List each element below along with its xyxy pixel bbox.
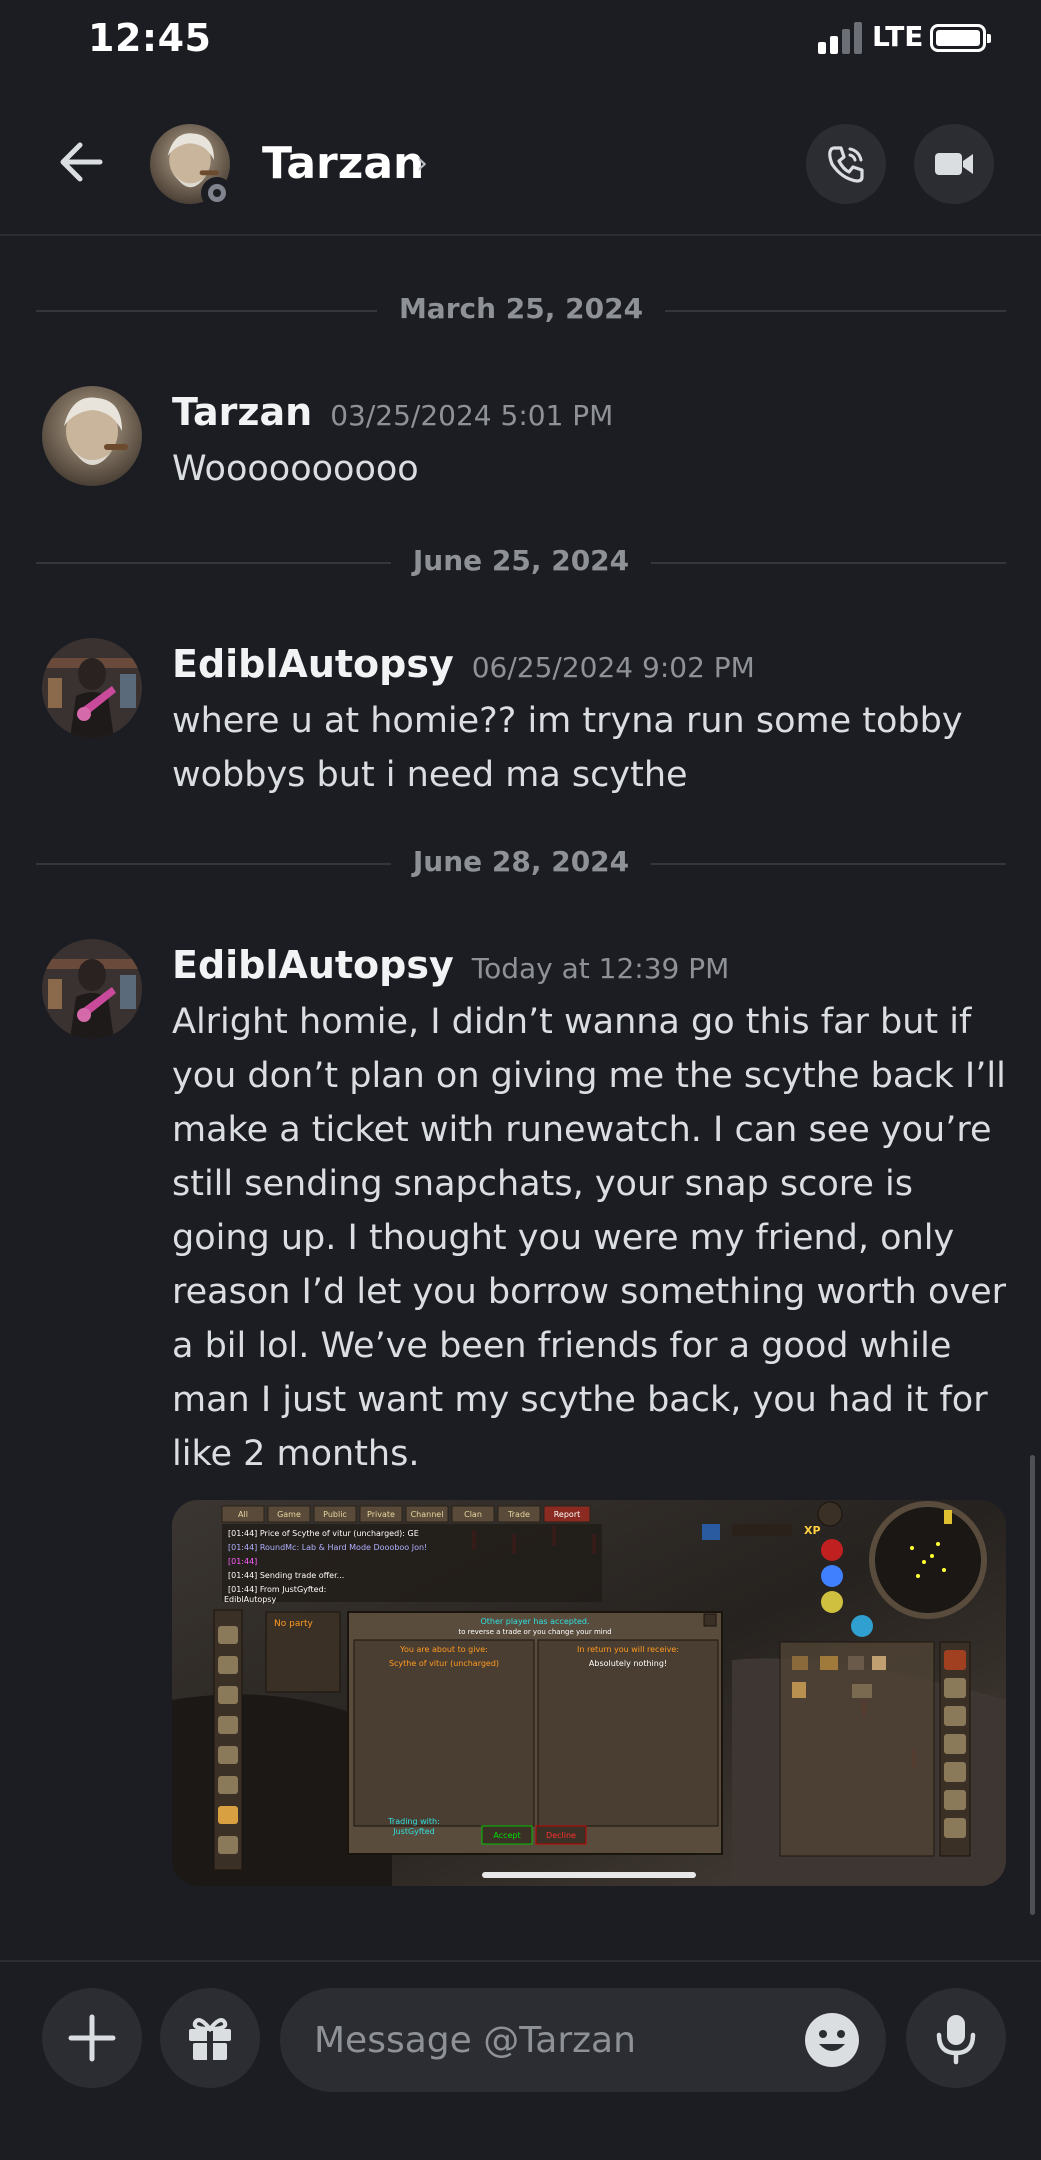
image-attachment[interactable]: All Game Public Private Channel Clan Tra… bbox=[172, 1500, 1006, 1886]
you-receive-item: Absolutely nothing! bbox=[589, 1659, 667, 1668]
you-give-label: You are about to give: bbox=[399, 1645, 488, 1654]
chat-header: Tarzan › bbox=[0, 80, 1041, 236]
voice-message-button[interactable] bbox=[906, 1988, 1006, 2088]
message-input-wrapper[interactable] bbox=[280, 1988, 886, 2092]
message-content: Alright homie, I didn’t wanna go this fa… bbox=[172, 1002, 1007, 1474]
message-composer bbox=[0, 1960, 1041, 2160]
you-receive-label: In return you will receive: bbox=[577, 1645, 679, 1654]
scrollbar[interactable] bbox=[1030, 1455, 1035, 1915]
chat-tab: Trade bbox=[507, 1510, 530, 1519]
party-status: No party bbox=[274, 1619, 314, 1629]
back-button[interactable] bbox=[52, 132, 112, 192]
message[interactable]: EdiblAutopsy 06/25/2024 9:02 PM where u a… bbox=[42, 638, 1002, 808]
message-author[interactable]: Tarzan bbox=[172, 390, 312, 434]
microphone-icon bbox=[936, 2015, 976, 2065]
date-divider-label: March 25, 2024 bbox=[376, 292, 666, 325]
chat-line: [01:44] Price of Scythe of vitur (unchar… bbox=[228, 1529, 419, 1538]
page-title[interactable]: Tarzan bbox=[262, 138, 424, 189]
network-type: LTE bbox=[872, 20, 924, 53]
gift-button[interactable] bbox=[160, 1988, 260, 2088]
message-content: where u at homie?? im tryna run some tob… bbox=[172, 701, 963, 795]
chat-input: EdiblAutopsy bbox=[224, 1595, 276, 1604]
add-attachment-button[interactable] bbox=[42, 1988, 142, 2088]
chat-line: [01:44] RoundMc: Lab & Hard Mode Doooboo… bbox=[228, 1543, 427, 1552]
presence-status-icon bbox=[201, 177, 233, 209]
chat-tab: Channel bbox=[411, 1510, 444, 1519]
date-divider-label: June 25, 2024 bbox=[390, 544, 652, 577]
video-call-button[interactable] bbox=[914, 124, 994, 204]
gift-icon bbox=[189, 2018, 231, 2060]
video-camera-icon bbox=[935, 153, 973, 175]
message-author[interactable]: EdiblAutopsy bbox=[172, 943, 454, 987]
trade-title: Other player has accepted. bbox=[480, 1617, 589, 1626]
trade-accept-button: Accept bbox=[493, 1831, 520, 1840]
you-give-item: Scythe of vitur (uncharged) bbox=[389, 1659, 499, 1668]
xp-label: XP bbox=[804, 1524, 821, 1537]
chat-line: [01:44] From JustGyfted: bbox=[228, 1585, 326, 1594]
phone-icon bbox=[828, 146, 864, 183]
message-timestamp: Today at 12:39 PM bbox=[471, 952, 730, 985]
message-timestamp: 03/25/2024 5:01 PM bbox=[330, 399, 614, 432]
chat-tab: Clan bbox=[464, 1510, 482, 1519]
chat-tab: Game bbox=[277, 1510, 301, 1519]
battery-icon bbox=[930, 24, 991, 52]
avatar[interactable] bbox=[42, 386, 142, 486]
plus-icon bbox=[68, 2014, 116, 2062]
chat-line: [01:44] Sending trade offer... bbox=[228, 1571, 344, 1580]
date-divider: March 25, 2024 bbox=[36, 290, 1006, 330]
message[interactable]: Tarzan 03/25/2024 5:01 PM Woooooooooo bbox=[42, 386, 1002, 506]
trading-with-label: Trading with: bbox=[387, 1817, 440, 1826]
chat-line: [01:44] bbox=[228, 1557, 257, 1566]
chat-tab: Public bbox=[323, 1510, 347, 1519]
message-input[interactable] bbox=[314, 1988, 754, 2092]
message[interactable]: EdiblAutopsy Today at 12:39 PM Alright ho… bbox=[42, 939, 1006, 1479]
status-time: 12:45 bbox=[88, 16, 212, 60]
signal-icon bbox=[818, 22, 864, 54]
arrow-left-icon bbox=[60, 142, 103, 182]
date-divider: June 25, 2024 bbox=[36, 542, 1006, 582]
status-bar: 12:45 LTE bbox=[0, 0, 1041, 80]
date-divider: June 28, 2024 bbox=[36, 843, 1006, 883]
emoji-icon bbox=[805, 2013, 859, 2067]
home-indicator bbox=[482, 1872, 696, 1878]
chat-tab: Private bbox=[367, 1510, 395, 1519]
message-timestamp: 06/25/2024 9:02 PM bbox=[471, 651, 755, 684]
emoji-button[interactable] bbox=[802, 2010, 862, 2070]
message-author[interactable]: EdiblAutopsy bbox=[172, 642, 454, 686]
date-divider-label: June 28, 2024 bbox=[390, 845, 652, 878]
trade-decline-button: Decline bbox=[546, 1831, 576, 1840]
message-content: Woooooooooo bbox=[172, 449, 419, 489]
trading-with-name: JustGyfted bbox=[392, 1827, 434, 1836]
chat-tab: All bbox=[238, 1510, 248, 1519]
chevron-right-icon[interactable]: › bbox=[416, 146, 428, 181]
voice-call-button[interactable] bbox=[806, 124, 886, 204]
chat-tab: Report bbox=[554, 1510, 581, 1519]
avatar[interactable] bbox=[42, 638, 142, 738]
avatar[interactable] bbox=[42, 939, 142, 1039]
trade-warning: to reverse a trade or you change your mi… bbox=[458, 1628, 611, 1636]
